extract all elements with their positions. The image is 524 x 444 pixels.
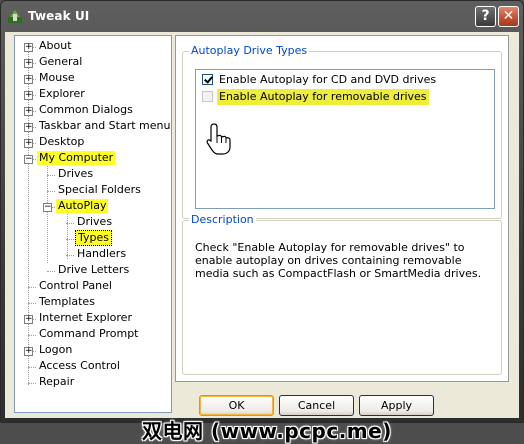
drive-types-list[interactable]: Enable Autoplay for CD and DVD drives En…	[195, 69, 495, 209]
tree-item-label: Drives	[77, 215, 113, 228]
tree-item-label: Taskbar and Start menu	[39, 119, 171, 132]
tree-connector-line	[28, 367, 36, 368]
tree-item-handlers[interactable]: Handlers	[15, 247, 171, 262]
tree-item-label: Common Dialogs	[39, 103, 133, 116]
checkbox-unchecked[interactable]	[202, 91, 213, 102]
group-title: Autoplay Drive Types	[189, 44, 310, 57]
tree-connector-line	[28, 287, 36, 288]
tree-item-internet-explorer[interactable]: + Internet Explorer	[15, 311, 171, 326]
tree-item-label: Drive Letters	[58, 263, 130, 276]
tree-item-label: Templates	[39, 295, 95, 308]
title-bar[interactable]: Tweak UI ? ✕	[1, 1, 523, 32]
ok-button[interactable]: OK	[199, 395, 274, 416]
tree-item-label: Mouse	[39, 71, 75, 84]
tree-connector-line	[66, 223, 74, 224]
expand-icon[interactable]: +	[24, 43, 33, 52]
tree-item-common-dialogs[interactable]: + Common Dialogs	[15, 103, 171, 118]
help-button[interactable]: ?	[475, 6, 496, 27]
tree-item-logon[interactable]: + Logon	[15, 343, 171, 358]
tree-item-label: AutoPlay	[56, 199, 109, 213]
tree-item-templates[interactable]: Templates	[15, 295, 171, 310]
tree-item-mouse[interactable]: + Mouse	[15, 71, 171, 86]
tree-item-desktop[interactable]: + Desktop	[15, 135, 171, 150]
tree-item-types[interactable]: Types	[15, 230, 171, 246]
hand-pointer-icon	[206, 123, 231, 155]
group-title: Description	[189, 213, 256, 226]
tree-item-special-folders[interactable]: Special Folders	[15, 183, 171, 198]
tree-connector-line	[28, 335, 36, 336]
tree-item-label: Command Prompt	[39, 327, 139, 340]
watermark-text: 双电网 (www.pcpc.me)	[142, 419, 392, 443]
tree-connector-line	[66, 239, 74, 240]
tree-item-label: Control Panel	[39, 279, 112, 292]
tweak-ui-app-icon	[8, 10, 22, 23]
tree-item-command-prompt[interactable]: Command Prompt	[15, 327, 171, 342]
tree-item-label: Drives	[58, 167, 94, 180]
checkbox-checked[interactable]	[202, 74, 213, 85]
tree-item-autoplay[interactable]: − AutoPlay	[15, 199, 171, 214]
tree-connector-line	[47, 175, 55, 176]
expand-icon[interactable]: +	[24, 59, 33, 68]
tree-item-label: Access Control	[39, 359, 120, 372]
window-title: Tweak UI	[28, 9, 90, 23]
expand-icon[interactable]: +	[24, 139, 33, 148]
collapse-icon[interactable]: −	[43, 203, 52, 212]
tree-item-label: Desktop	[39, 135, 85, 148]
tree-item-label: Handlers	[77, 247, 127, 260]
tree-item-general[interactable]: + General	[15, 55, 171, 70]
cancel-button[interactable]: Cancel	[279, 395, 354, 416]
expand-icon[interactable]: +	[24, 315, 33, 324]
tree-item-access-control[interactable]: Access Control	[15, 359, 171, 374]
tweak-ui-window: Tweak UI ? ✕ + About + General + Mouse + Explor…	[0, 0, 524, 443]
tree-item-taskbar-and-start-menu[interactable]: + Taskbar and Start menu	[15, 119, 171, 134]
tree-item-label: General	[39, 55, 83, 68]
tree-item-label: Special Folders	[58, 183, 141, 196]
tree-item-label: Explorer	[39, 87, 85, 100]
tree-item-label: Logon	[39, 343, 73, 356]
tree-item-label: Types	[75, 230, 112, 246]
apply-button[interactable]: Apply	[359, 395, 434, 416]
expand-icon[interactable]: +	[24, 107, 33, 116]
settings-tree[interactable]: + About + General + Mouse + Explorer + Common Dia…	[14, 35, 172, 413]
tree-connector-line	[28, 383, 36, 384]
tree-connector-line	[47, 271, 55, 272]
expand-icon[interactable]: +	[24, 123, 33, 132]
tree-item-my-computer[interactable]: − My Computer	[15, 151, 171, 166]
expand-icon[interactable]: +	[24, 347, 33, 356]
tree-item-label: Internet Explorer	[39, 311, 132, 324]
tree-item-label: Repair	[39, 375, 75, 388]
settings-panel: Autoplay Drive Types Enable Autoplay for…	[175, 35, 509, 382]
expand-icon[interactable]: +	[24, 75, 33, 84]
tree-item-label: My Computer	[37, 151, 116, 165]
tree-connector-line	[28, 303, 36, 304]
dialog-client-area: + About + General + Mouse + Explorer + Common Dia…	[5, 32, 519, 443]
tree-item-control-panel[interactable]: Control Panel	[15, 279, 171, 294]
option-label: Enable Autoplay for CD and DVD drives	[219, 73, 437, 86]
tree-connector-line	[47, 191, 55, 192]
tree-connector-line	[66, 255, 74, 256]
description-group: Description Check "Enable Autoplay for r…	[182, 213, 502, 375]
collapse-icon[interactable]: −	[24, 155, 33, 164]
tree-item-repair[interactable]: Repair	[15, 375, 171, 390]
tree-item-label: About	[39, 39, 72, 52]
expand-icon[interactable]: +	[24, 91, 33, 100]
tree-item-about[interactable]: + About	[15, 39, 171, 54]
tree-item-drive-letters[interactable]: Drive Letters	[15, 263, 171, 278]
tree-item-explorer[interactable]: + Explorer	[15, 87, 171, 102]
close-button[interactable]: ✕	[498, 6, 519, 27]
tree-item-drives[interactable]: Drives	[15, 215, 171, 230]
description-text: Check "Enable Autoplay for removable dri…	[195, 241, 482, 280]
option-label: Enable Autoplay for removable drives	[217, 89, 429, 105]
tree-item-drives[interactable]: Drives	[15, 167, 171, 182]
